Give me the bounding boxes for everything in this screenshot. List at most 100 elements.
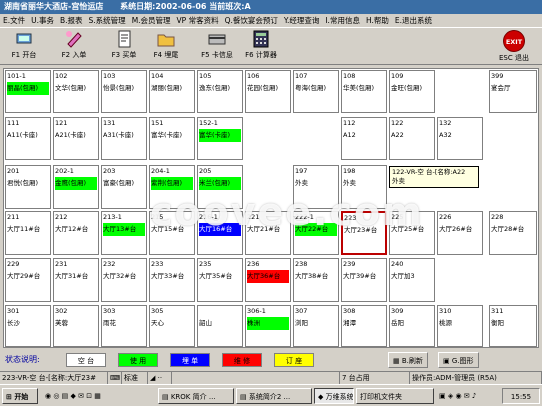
table-cell[interactable]: 222-1 大厅22#台 xyxy=(293,211,339,255)
table-cell[interactable]: 106 花园(包厢) xyxy=(245,70,291,113)
table-number: 198 xyxy=(343,167,356,175)
table-cell[interactable]: 103 怡景(包厢) xyxy=(101,70,147,113)
clock: 15:55 xyxy=(502,388,540,404)
table-cell[interactable]: 231 大厅31#台 xyxy=(53,258,99,302)
graphic-view-button[interactable]: ▣ G.图形 xyxy=(438,352,479,368)
table-name: 大厅35#台 xyxy=(199,272,233,280)
menu-item[interactable]: VP 常客资料 xyxy=(174,14,222,27)
tail-button[interactable]: F4 埋尾 xyxy=(146,30,186,64)
table-cell[interactable]: 211 大厅11#台 xyxy=(5,211,51,255)
table-cell[interactable]: 197 外卖 xyxy=(293,165,339,209)
table-cell[interactable]: 101-1 丽晶(包厢) xyxy=(5,70,51,113)
table-name: 华美(包厢) xyxy=(343,84,375,92)
table-cell[interactable]: 112 A12 xyxy=(341,117,387,160)
menu-item[interactable]: Y.经理查询 xyxy=(281,14,322,27)
table-cell[interactable]: 205 米兰(包厢) xyxy=(197,165,243,209)
menu-item[interactable]: Q.餐饮宴会预订 xyxy=(222,14,281,27)
info-bar: 223-VR-空 台-[名称:大厅23# ⌨ 标准 ◢ ·· 7 台占用 操作员… xyxy=(0,371,542,384)
table-cell[interactable]: 216-1 大厅16#台 xyxy=(197,211,243,255)
table-number: 202-1 xyxy=(55,167,74,175)
table-cell[interactable]: 307 浏阳 xyxy=(293,305,339,347)
table-cell[interactable]: 215 大厅15#台 xyxy=(149,211,195,255)
menu-item[interactable]: M.会员管理 xyxy=(129,14,174,27)
table-cell[interactable]: 152-1 富华(卡座) xyxy=(197,117,243,160)
card-info-button[interactable]: F5 卡信息 xyxy=(196,30,238,64)
table-cell[interactable]: 225 大厅25#台 xyxy=(389,211,435,255)
taskbar-item-wanwei[interactable]: ◆ 万维系统 xyxy=(314,388,354,404)
table-cell[interactable]: 240 大厅加3 xyxy=(389,258,435,302)
table-cell[interactable]: 131 A31(卡座) xyxy=(101,117,147,160)
menu-item[interactable]: U.事务 xyxy=(28,14,57,27)
table-cell[interactable]: 229 大厅29#台 xyxy=(5,258,51,302)
table-cell[interactable]: 108 华美(包厢) xyxy=(341,70,387,113)
refresh-button[interactable]: ▦ B.刷新 xyxy=(388,352,428,368)
table-cell[interactable]: 235 大厅35#台 xyxy=(197,258,243,302)
table-number: 308 xyxy=(343,307,356,315)
table-cell[interactable]: 212 大厅12#台 xyxy=(53,211,99,255)
table-cell[interactable]: 105 逸东(包厢) xyxy=(197,70,243,113)
table-cell[interactable]: 238 大厅38#台 xyxy=(293,258,339,302)
table-cell[interactable]: 232 大厅32#台 xyxy=(101,258,147,302)
table-name: 富豪(包厢) xyxy=(103,179,135,187)
table-cell[interactable]: 233 大厅33#台 xyxy=(149,258,195,302)
quick-launch: ◉ ◎ ▤ ◆ ✉ ⊡ ▦ xyxy=(42,388,152,404)
checkout-button[interactable]: F3 买单 xyxy=(104,30,144,64)
table-name: 怡景(包厢) xyxy=(103,84,135,92)
table-cell[interactable]: 109 金旺(包厢) xyxy=(389,70,435,113)
taskbar-item-krok[interactable]: ▤ KROK 简介 ... xyxy=(158,388,234,404)
table-cell[interactable]: 223 大厅23#台 xyxy=(341,211,387,255)
table-number: 307 xyxy=(295,307,308,315)
menu-item[interactable]: H.帮助 xyxy=(363,14,392,27)
table-cell[interactable]: 104 湖丽(包厢) xyxy=(149,70,195,113)
table-cell[interactable]: 202-1 金鹰(包厢) xyxy=(53,165,99,209)
pen-icon xyxy=(66,31,82,48)
table-cell[interactable]: 309 岳阳 xyxy=(389,305,435,347)
table-number: 211 xyxy=(7,213,20,221)
table-cell[interactable]: 228 大厅28#台 xyxy=(489,211,537,255)
table-cell[interactable]: 102 文华(包厢) xyxy=(53,70,99,113)
table-cell[interactable]: 151 富华(卡座) xyxy=(149,117,195,160)
table-cell[interactable]: 305 天心 xyxy=(149,305,195,347)
table-cell[interactable]: 226 大厅26#台 xyxy=(437,211,483,255)
table-cell[interactable]: 301 长沙 xyxy=(5,305,51,347)
table-number: 311 xyxy=(491,307,504,315)
table-cell[interactable]: 213-1 大厅13#台 xyxy=(101,211,147,255)
table-number: 201 xyxy=(7,167,20,175)
order-button[interactable]: F2 入单 xyxy=(54,30,94,64)
table-cell[interactable]: 236 大厅36#台 xyxy=(245,258,291,302)
table-cell[interactable]: 132 A32 xyxy=(437,117,483,160)
calculator-button[interactable]: F6 计算器 xyxy=(240,30,282,64)
table-cell[interactable]: 201 君悦(包厢) xyxy=(5,165,51,209)
table-cell[interactable]: 111 A11(卡座) xyxy=(5,117,51,160)
table-cell[interactable]: 韶山 xyxy=(197,305,243,347)
taskbar-item-intro2[interactable]: ▤ 系统简介2 ... xyxy=(236,388,312,404)
table-number: 103 xyxy=(103,72,116,80)
start-button[interactable]: ⊞ 开始 xyxy=(2,388,38,404)
table-cell[interactable]: 203 富豪(包厢) xyxy=(101,165,147,209)
table-cell[interactable]: 308 湘潭 xyxy=(341,305,387,347)
table-cell[interactable]: 221 大厅21#台 xyxy=(245,211,291,255)
table-cell[interactable]: 107 粤海(包厢) xyxy=(293,70,339,113)
quick-launch-icons: ◉ ◎ ▤ ◆ ✉ ⊡ ▦ xyxy=(45,392,101,400)
table-cell[interactable]: 239 大厅39#台 xyxy=(341,258,387,302)
table-cell[interactable]: 198 外卖 xyxy=(341,165,387,209)
table-name: 大厅31#台 xyxy=(55,272,89,280)
exit-button[interactable]: EXIT ESC 退出 xyxy=(494,30,534,64)
menu-item[interactable]: S.系统管理 xyxy=(86,14,129,27)
table-cell[interactable]: 399 宴会厅 xyxy=(489,70,537,113)
table-cell[interactable]: 122 A22 xyxy=(389,117,435,160)
table-cell[interactable]: 121 A21(卡座) xyxy=(53,117,99,160)
menu-item[interactable]: E.文件 xyxy=(0,14,28,27)
menu-item[interactable]: B.报表 xyxy=(57,14,86,27)
taskbar-item-printers[interactable]: 打印机文件夹 xyxy=(356,388,434,404)
menu-item[interactable]: E.退出系统 xyxy=(392,14,435,27)
table-cell[interactable]: 303 雨花 xyxy=(101,305,147,347)
table-cell[interactable]: 310 桃源 xyxy=(437,305,483,347)
table-cell[interactable]: 204-1 紫荆(包厢) xyxy=(149,165,195,209)
table-cell[interactable]: 302 芙蓉 xyxy=(53,305,99,347)
table-cell[interactable]: 311 衡阳 xyxy=(489,305,537,347)
table-cell[interactable]: 306-1 株洲 xyxy=(245,305,291,347)
table-number: 122 xyxy=(391,119,404,127)
open-table-button[interactable]: F1 开台 xyxy=(4,30,44,64)
menu-item[interactable]: I.常用信息 xyxy=(322,14,363,27)
